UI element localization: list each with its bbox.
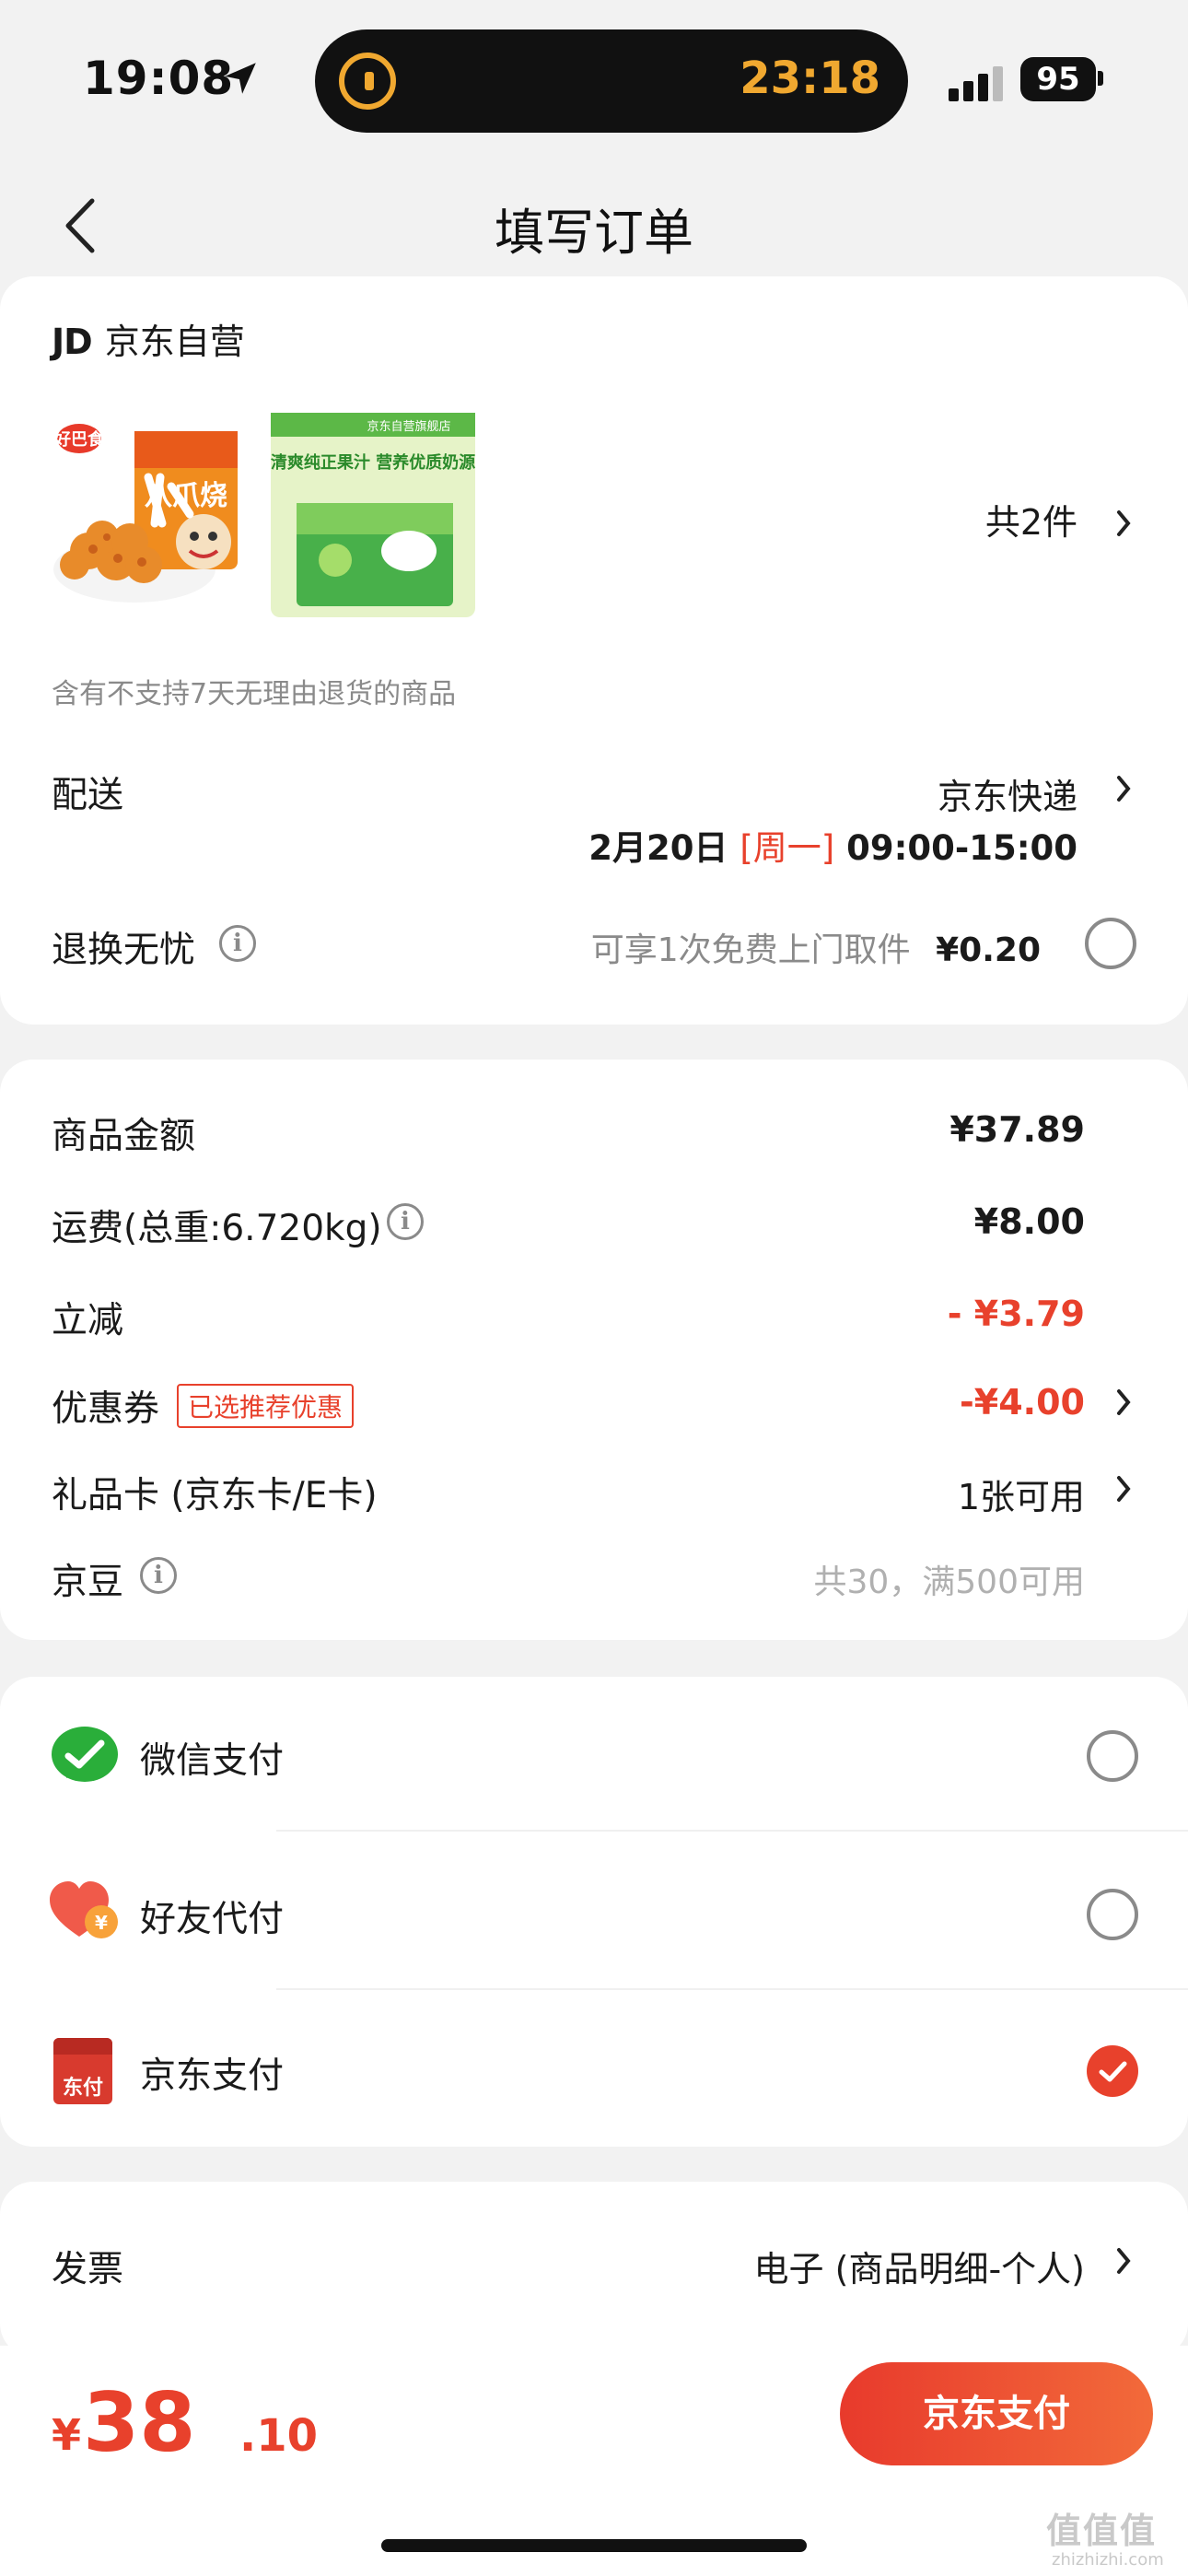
jd-pay-radio-checked[interactable] [1087,2045,1138,2097]
return-service-detail: 可享1次免费上门取件 ¥0.20 [591,923,1041,971]
snack-product-icon: 好巴食 八爪烧 [53,424,238,603]
total-price-decimal: .10 [239,2410,319,2462]
jd-pay-label: 京东支付 [140,2055,285,2097]
total-price-integer: 38 [83,2375,196,2470]
coupon-value[interactable]: -¥4.00 [960,1382,1085,1423]
delivery-schedule[interactable]: 2月20日 [周一] 09:00-15:00 [588,820,1077,870]
shipping-value: ¥8.00 [973,1201,1085,1242]
payment-option-jdpay[interactable]: 东付 京东支付 [0,1999,1188,2147]
product-image-snack[interactable]: 好巴食 八爪烧 [52,413,245,617]
quantity-chevron-right-icon[interactable] [1114,509,1133,538]
return-service-label: 退换无忧 [52,930,196,971]
jingdou-value: 共30，满500可用 [813,1563,1085,1601]
payment-option-wechat[interactable]: 微信支付 [0,1695,1188,1843]
payment-divider [276,1988,1188,1990]
submit-payment-button[interactable]: 京东支付 [840,2362,1153,2465]
delivery-weekday: [周一] [740,828,835,868]
jd-logo: JD [52,322,93,362]
shop-name: JD 京东自营 [52,313,245,364]
home-indicator[interactable] [381,2539,807,2552]
coupon-recommended-badge: 已选推荐优惠 [177,1384,355,1428]
wechat-pay-label: 微信支付 [140,1740,285,1782]
invoice-chevron-right-icon[interactable] [1114,2246,1133,2276]
return-service-price: ¥0.20 [936,931,1041,969]
cellular-signal-icon [949,64,1009,101]
coupon-label: 优惠券 [52,1388,160,1430]
shipping-label: 运费(总重:6.720kg) [52,1208,382,1249]
battery-tip [1098,71,1103,86]
shop-name-text: 京东自营 [104,322,245,362]
dynamic-island[interactable]: 23:18 [315,29,908,133]
delivery-method[interactable]: 京东快递 [938,768,1077,819]
return-service-info-icon[interactable]: i [219,925,256,962]
product-image-juice-milk[interactable]: 京东自营旗舰店 清爽纯正果汁 营养优质奶源 [271,413,475,617]
gift-card-chevron-right-icon[interactable] [1114,1474,1133,1504]
watermark-url: zhizhizhi.com [1052,2550,1164,2570]
instant-discount-value: - ¥3.79 [947,1294,1085,1334]
instant-discount-label: 立减 [52,1300,124,1341]
goods-amount-value: ¥37.89 [949,1109,1085,1150]
order-shop-card [0,276,1188,1025]
payment-divider [276,1830,1188,1832]
snack-brand-mark: 好巴食 [53,429,105,450]
battery-indicator: 95 [1020,57,1096,101]
jingdou-info-icon[interactable]: i [140,1557,177,1594]
jd-pay-icon-text: 东付 [62,2077,103,2100]
svg-text:¥: ¥ [95,1912,108,1934]
jingdou-label: 京豆 [52,1562,124,1603]
location-arrow-icon [225,63,256,94]
wechat-pay-icon [52,1727,118,1782]
juice-store-mark: 京东自营旗舰店 [367,419,450,434]
return-policy-notice: 含有不支持7天无理由退货的商品 [52,678,457,710]
juice-image-caption: 清爽纯正果汁 营养优质奶源 [271,452,475,473]
total-currency-symbol: ¥ [52,2410,82,2460]
island-timer: 23:18 [740,53,880,104]
delivery-time-window: 09:00-15:00 [846,828,1077,868]
delivery-chevron-right-icon[interactable] [1114,774,1133,803]
return-service-desc: 可享1次免费上门取件 [590,931,911,969]
status-time: 19:08 [83,52,235,105]
delivery-date: 2月20日 [588,828,728,868]
wechat-pay-radio[interactable] [1087,1730,1138,1782]
page-title: 填写订单 [495,204,693,262]
item-quantity[interactable]: 共2件 [985,494,1077,544]
watermark-logo: 值值值 [1046,2511,1158,2551]
delivery-label: 配送 [52,775,124,816]
juice-milk-product-icon: 京东自营旗舰店 清爽纯正果汁 营养优质奶源 [271,413,475,617]
payment-option-friend[interactable]: ¥ 好友代付 [0,1843,1188,1990]
goods-amount-label: 商品金额 [52,1116,196,1157]
invoice-value[interactable]: 电子 (商品明细-个人) [754,2241,1085,2291]
jd-pay-icon: 东付 [53,2038,112,2104]
shipping-info-icon[interactable]: i [387,1203,424,1240]
checkmark-icon [1099,2061,1127,2082]
friend-pay-heart-icon: ¥ [50,1881,118,1938]
invoice-label: 发票 [52,2249,124,2290]
timer-ring-icon [339,53,396,110]
friend-pay-label: 好友代付 [140,1899,285,1940]
snack-image-caption: 八爪烧 [145,480,227,512]
gift-card-value[interactable]: 1张可用 [958,1469,1085,1519]
friend-pay-radio[interactable] [1087,1889,1138,1940]
coupon-chevron-right-icon[interactable] [1114,1388,1133,1417]
return-service-radio[interactable] [1085,918,1136,969]
gift-card-label: 礼品卡 (京东卡/E卡) [52,1475,378,1516]
